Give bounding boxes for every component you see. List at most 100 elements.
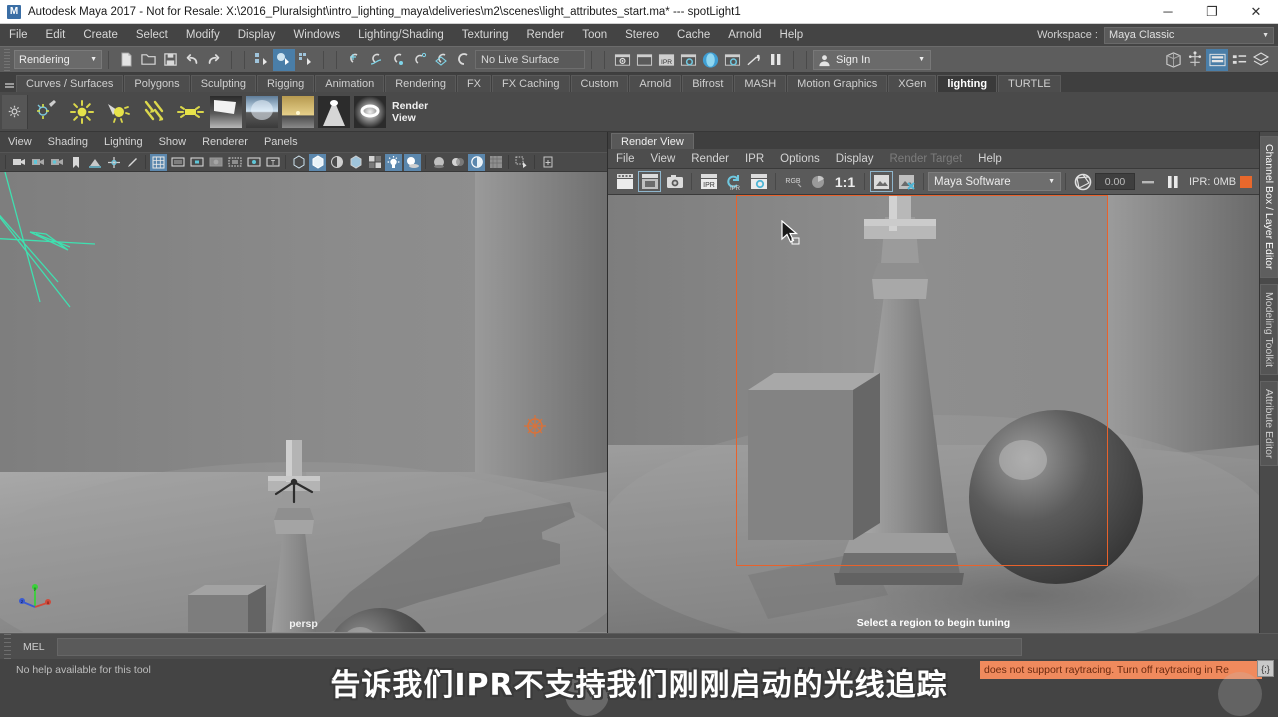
isolate-add-icon[interactable]: [539, 154, 556, 171]
menu-lighting-shading[interactable]: Lighting/Shading: [349, 24, 453, 46]
rgb-channel-icon[interactable]: RGB: [781, 171, 804, 192]
menu-edit[interactable]: Edit: [37, 24, 75, 46]
ibl-sky-icon[interactable]: [281, 95, 315, 129]
keep-image-icon[interactable]: [870, 171, 893, 192]
lock-camera-icon[interactable]: [29, 154, 46, 171]
shelf-render-view-button[interactable]: Render View: [392, 100, 428, 124]
live-surface-field[interactable]: No Live Surface: [475, 50, 585, 69]
shelf-tab-rigging[interactable]: Rigging: [256, 75, 315, 92]
show-hide-attribute-editor-button[interactable]: [1228, 49, 1250, 71]
select-by-component-type-button[interactable]: [295, 49, 317, 71]
rv-menu-display[interactable]: Display: [828, 149, 882, 169]
vtab-channel-box-layer-editor[interactable]: Channel Box / Layer Editor: [1260, 136, 1278, 278]
xray-joints-icon[interactable]: [245, 154, 262, 171]
snap-to-curve-button[interactable]: [365, 49, 387, 71]
menu-set-dropdown[interactable]: Rendering ▼: [14, 50, 102, 69]
shadows-icon[interactable]: [404, 153, 421, 171]
rv-menu-ipr[interactable]: IPR: [737, 149, 772, 169]
hypershade-button[interactable]: [699, 49, 721, 71]
viewport-menu-panels[interactable]: Panels: [256, 132, 306, 152]
shelf-tab-fx[interactable]: FX: [456, 75, 492, 92]
texture-icon[interactable]: T: [264, 154, 281, 171]
wireframe-on-shaded-icon[interactable]: [366, 154, 383, 171]
bookmark-icon[interactable]: [67, 154, 84, 171]
area-light-icon[interactable]: [173, 95, 207, 129]
redo-button[interactable]: [203, 49, 225, 71]
shelf-tab-sculpting[interactable]: Sculpting: [190, 75, 256, 92]
minimize-button[interactable]: ─: [1146, 0, 1190, 24]
grease-pencil-icon[interactable]: [124, 154, 141, 171]
render-view-canvas[interactable]: Select a region to begin tuning: [608, 195, 1259, 633]
vtab-attribute-editor[interactable]: Attribute Editor: [1260, 380, 1278, 467]
film-gate-icon[interactable]: [169, 154, 186, 171]
shelf-tab-animation[interactable]: Animation: [315, 75, 385, 92]
ibl-sphere-icon[interactable]: [245, 95, 279, 129]
snap-to-projected-center-button[interactable]: [409, 49, 431, 71]
resolution-gate-icon[interactable]: [188, 154, 205, 171]
ipr-color-swatch[interactable]: [1240, 175, 1253, 188]
tab-render-view[interactable]: Render View: [611, 133, 694, 149]
ambient-occlusion-icon[interactable]: [430, 154, 447, 171]
sign-in-dropdown[interactable]: Sign In ▼: [813, 49, 931, 70]
render-current-frame-button[interactable]: [611, 49, 633, 71]
show-hide-layer-editor-button[interactable]: [1250, 49, 1272, 71]
snap-to-view-plane-button[interactable]: [431, 49, 453, 71]
workspace-dropdown[interactable]: Maya Classic ▼: [1104, 26, 1274, 44]
shelf-tab-mash[interactable]: MASH: [734, 75, 787, 92]
exposure-icon[interactable]: [1071, 171, 1094, 192]
smooth-shade-all-icon[interactable]: [309, 153, 326, 171]
zoom-ratio-label[interactable]: 1:1: [831, 171, 859, 192]
menu-stereo[interactable]: Stereo: [616, 24, 668, 46]
refresh-ipr-icon[interactable]: IPR: [722, 171, 745, 192]
menu-help[interactable]: Help: [771, 24, 813, 46]
snap-to-grid-button[interactable]: [343, 49, 365, 71]
shelf-tab-arnold[interactable]: Arnold: [629, 75, 682, 92]
render-setup-button[interactable]: [721, 49, 743, 71]
shelf-tab-rendering[interactable]: Rendering: [385, 75, 456, 92]
camera-attributes-icon[interactable]: [48, 154, 65, 171]
shelf-tab-motion-graphics[interactable]: Motion Graphics: [787, 75, 888, 92]
grid-icon[interactable]: [150, 153, 167, 171]
shelf-tab-curves-surfaces[interactable]: Curves / Surfaces: [16, 75, 124, 92]
exposure-value-field[interactable]: 0.00: [1095, 173, 1135, 190]
gate-mask-icon[interactable]: [207, 154, 224, 171]
rv-menu-file[interactable]: File: [608, 149, 643, 169]
renderer-dropdown[interactable]: Maya Software ▼: [928, 172, 1061, 191]
menu-file[interactable]: File: [0, 24, 37, 46]
shelf-tab-fx-caching[interactable]: FX Caching: [492, 75, 570, 92]
menu-texturing[interactable]: Texturing: [453, 24, 518, 46]
make-live-button[interactable]: [453, 49, 475, 71]
shelf-tab-turtle[interactable]: TURTLE: [998, 75, 1061, 92]
undo-button[interactable]: [181, 49, 203, 71]
show-hide-modeling-toolkit-button[interactable]: [1162, 49, 1184, 71]
viewport-menu-renderer[interactable]: Renderer: [194, 132, 256, 152]
rv-menu-options[interactable]: Options: [772, 149, 828, 169]
command-line-grip[interactable]: [4, 634, 11, 659]
viewport-3d-canvas[interactable]: y z x persp: [0, 172, 607, 633]
spot-light-icon[interactable]: [101, 95, 135, 129]
toolbar-grip[interactable]: [4, 48, 10, 71]
alpha-channel-icon[interactable]: [806, 171, 829, 192]
ipr-render-button[interactable]: IPR: [655, 49, 677, 71]
pause-button[interactable]: [765, 49, 787, 71]
maximize-button[interactable]: ❐: [1190, 0, 1234, 24]
ipr-render-icon[interactable]: IPR: [697, 171, 720, 192]
ibl-plane-icon[interactable]: [209, 95, 243, 129]
menu-windows[interactable]: Windows: [284, 24, 349, 46]
close-button[interactable]: ✕: [1234, 0, 1278, 24]
redo-previous-render-icon[interactable]: [613, 171, 636, 192]
pause-icon[interactable]: [1161, 171, 1184, 192]
point-light-icon[interactable]: [65, 95, 99, 129]
script-editor-icon[interactable]: {;}: [1257, 660, 1274, 677]
multisample-icon[interactable]: [487, 154, 504, 171]
command-line-input[interactable]: [57, 637, 1022, 656]
viewport-menu-show[interactable]: Show: [151, 132, 195, 152]
render-settings-icon[interactable]: [747, 171, 770, 192]
menu-toon[interactable]: Toon: [573, 24, 616, 46]
volume-light-icon[interactable]: [317, 95, 351, 129]
ambient-light-icon[interactable]: [353, 95, 387, 129]
rv-menu-render[interactable]: Render: [683, 149, 737, 169]
rv-menu-help[interactable]: Help: [970, 149, 1010, 169]
select-camera-icon[interactable]: [10, 154, 27, 171]
motion-blur-icon[interactable]: [449, 154, 466, 171]
